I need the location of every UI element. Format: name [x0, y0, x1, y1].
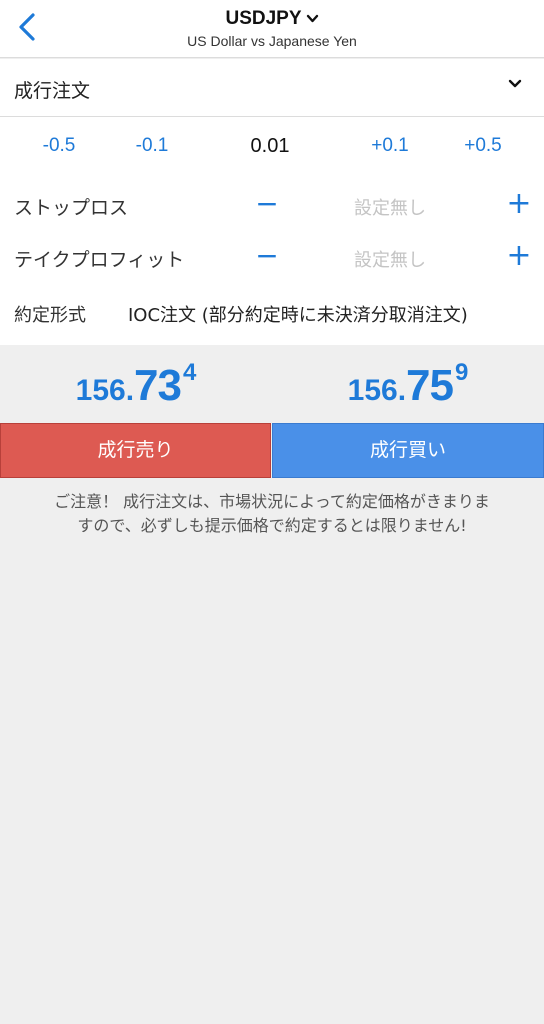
- order-form: 成行注文 -0.5 -0.1 0.01 +0.1 +0.5 ストップロス − 設…: [0, 59, 544, 345]
- lot-decrease-0-1-button[interactable]: -0.1: [117, 135, 187, 157]
- ask-price-fraction: 9: [454, 359, 469, 386]
- market-buy-button[interactable]: 成行買い: [272, 423, 544, 478]
- market-order-notice: ご注意！ 成行注文は、市場状況によって約定価格がきまりま すので、必ずしも提示価…: [12, 490, 532, 538]
- stop-loss-plus-button[interactable]: +: [502, 187, 536, 221]
- order-type-selector[interactable]: 成行注文: [0, 59, 544, 117]
- ask-price: 156.759: [272, 359, 544, 411]
- bid-price-pips: 73: [134, 361, 182, 410]
- symbol-description: US Dollar vs Japanese Yen: [187, 33, 357, 49]
- take-profit-row: テイクプロフィット − 設定無し +: [0, 237, 544, 277]
- trade-buttons: 成行売り 成行買い: [0, 423, 544, 478]
- take-profit-plus-button[interactable]: +: [502, 239, 536, 273]
- ask-price-integer: 156.: [347, 374, 407, 407]
- market-sell-button[interactable]: 成行売り: [0, 423, 271, 478]
- notice-line-2: すので、必ずしも提示価格で約定するとは限りません!: [77, 516, 467, 535]
- ask-price-pips: 75: [406, 361, 454, 410]
- lot-stepper: -0.5 -0.1 0.01 +0.1 +0.5: [0, 135, 544, 165]
- execution-type-value: IOC注文 (部分約定時に未決済分取消注文): [128, 305, 468, 326]
- take-profit-value[interactable]: 設定無し: [330, 246, 450, 272]
- take-profit-minus-button[interactable]: −: [252, 239, 282, 273]
- bid-price-fraction: 4: [182, 359, 197, 386]
- navigation-header: USDJPY US Dollar vs Japanese Yen: [0, 0, 544, 58]
- lot-decrease-0-5-button[interactable]: -0.5: [24, 135, 94, 157]
- price-display: 156.734 156.759: [0, 345, 544, 423]
- bid-price-integer: 156.: [75, 374, 135, 407]
- stop-loss-value[interactable]: 設定無し: [330, 194, 450, 220]
- execution-type-row: 約定形式 IOC注文 (部分約定時に未決済分取消注文): [0, 299, 544, 333]
- stop-loss-label: ストップロス: [14, 197, 129, 219]
- stop-loss-minus-button[interactable]: −: [252, 187, 282, 221]
- order-type-label: 成行注文: [14, 80, 91, 102]
- bid-price: 156.734: [0, 359, 272, 411]
- lot-increase-0-5-button[interactable]: +0.5: [448, 135, 518, 157]
- execution-type-label: 約定形式: [14, 305, 86, 326]
- lot-value[interactable]: 0.01: [230, 135, 310, 158]
- stop-loss-row: ストップロス − 設定無し +: [0, 185, 544, 225]
- symbol-selector[interactable]: USDJPY: [225, 8, 318, 30]
- notice-line-1: ご注意！ 成行注文は、市場状況によって約定価格がきまりま: [54, 492, 490, 511]
- take-profit-label: テイクプロフィット: [14, 249, 185, 271]
- lot-increase-0-1-button[interactable]: +0.1: [355, 135, 425, 157]
- chevron-down-icon: [508, 79, 522, 88]
- symbol-title: USDJPY: [225, 8, 302, 29]
- chevron-down-icon: [306, 14, 318, 23]
